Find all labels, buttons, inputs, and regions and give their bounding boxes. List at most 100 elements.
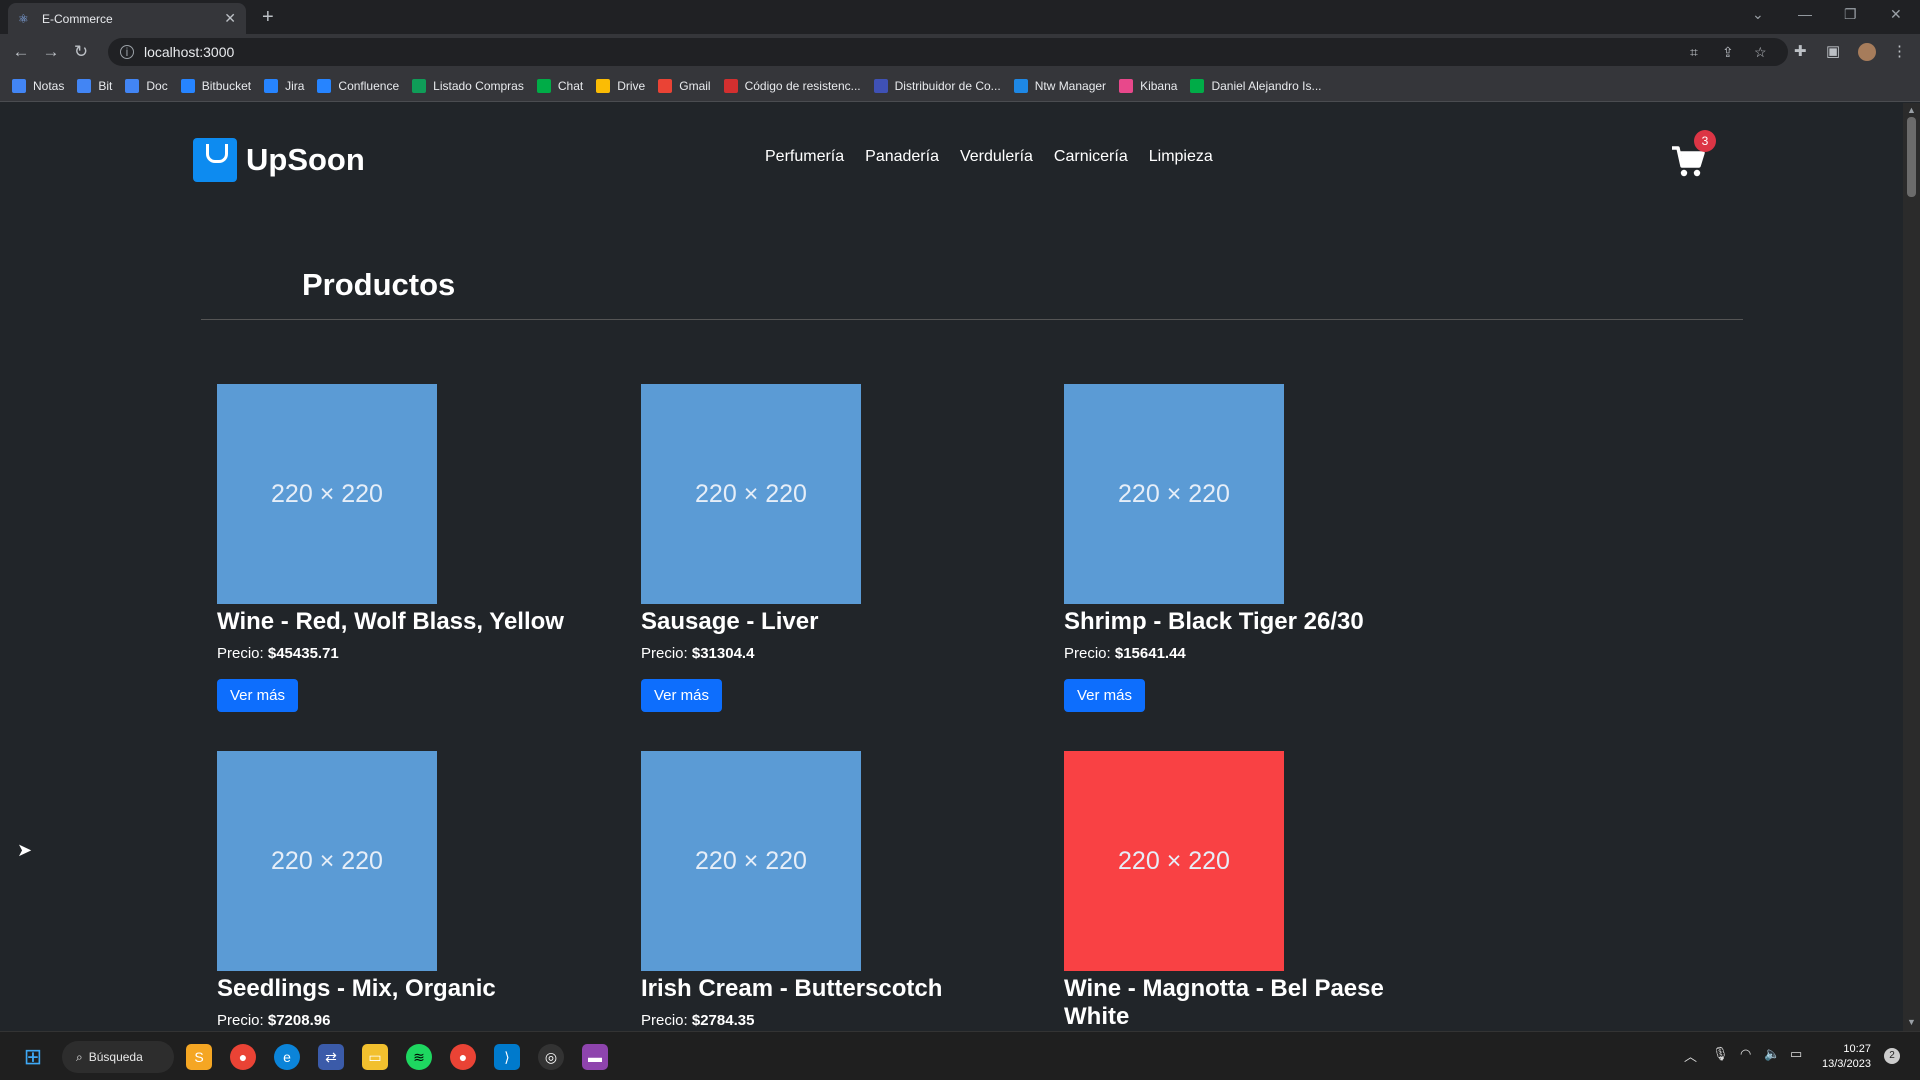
bookmark-item[interactable]: Listado Compras bbox=[412, 78, 524, 93]
price-value: $15641.44 bbox=[1114, 645, 1186, 662]
bookmark-item[interactable]: Daniel Alejandro Is... bbox=[1190, 78, 1322, 93]
bookmark-item[interactable]: Ntw Manager bbox=[1013, 78, 1107, 93]
browser-tab[interactable]: ⚛ E-Commerce ✕ bbox=[8, 3, 246, 34]
bookmark-label: Doc bbox=[146, 78, 168, 93]
new-tab-button[interactable]: + bbox=[262, 6, 274, 29]
nav-item-limpieza[interactable]: Limpieza bbox=[1149, 148, 1213, 166]
obs-icon[interactable]: ◎ bbox=[538, 1044, 564, 1070]
product-price: Precio: $45435.71 bbox=[217, 645, 617, 662]
close-window-button[interactable]: ✕ bbox=[1890, 6, 1902, 23]
bookmark-item[interactable]: Chat bbox=[536, 78, 583, 93]
file-explorer-icon[interactable]: ▭ bbox=[362, 1044, 388, 1070]
chrome-icon[interactable]: ● bbox=[230, 1044, 256, 1070]
tray-overflow-icon[interactable]: ︿ bbox=[1684, 1046, 1697, 1065]
taskbar-search[interactable]: ⌕ Búsqueda bbox=[62, 1041, 174, 1073]
nav-item-verduleria[interactable]: Verdulería bbox=[960, 148, 1033, 166]
side-panel-icon[interactable]: ▣ bbox=[1826, 42, 1840, 60]
network-app-icon[interactable]: ⇄ bbox=[318, 1044, 344, 1070]
volume-icon[interactable]: 🔈 bbox=[1764, 1046, 1780, 1062]
profile-avatar[interactable] bbox=[1858, 43, 1876, 61]
bookmark-label: Listado Compras bbox=[433, 78, 524, 93]
ver-mas-button[interactable]: Ver más bbox=[641, 679, 723, 712]
brand-name: UpSoon bbox=[246, 142, 365, 177]
bookmark-label: Código de resistenc... bbox=[744, 78, 861, 93]
bookmark-label: Bit bbox=[98, 78, 113, 93]
product-card: 220 × 220 Sausage - Liver Precio: $31304.4… bbox=[641, 384, 1041, 712]
scroll-down-icon[interactable]: ▼ bbox=[1907, 1017, 1916, 1027]
site-info-icon[interactable]: i bbox=[120, 45, 134, 59]
search-label: Búsqueda bbox=[88, 1050, 143, 1064]
bookmark-star-icon[interactable]: ☆ bbox=[1754, 38, 1767, 66]
bookmark-item[interactable]: Gmail bbox=[658, 78, 711, 93]
bookmark-item[interactable]: Código de resistenc... bbox=[723, 78, 861, 93]
bookmark-item[interactable]: Drive bbox=[596, 78, 645, 93]
product-image-placeholder: 220 × 220 bbox=[217, 751, 437, 971]
microphone-icon[interactable]: 🎙 bbox=[1712, 1046, 1729, 1062]
nav-item-carniceria[interactable]: Carnicería bbox=[1054, 148, 1128, 166]
product-name: Irish Cream - Butterscotch bbox=[641, 975, 943, 1002]
bookmark-item[interactable]: Confluence bbox=[317, 78, 399, 93]
product-image-placeholder: 220 × 220 bbox=[641, 751, 861, 971]
wifi-icon[interactable]: ◠ bbox=[1740, 1046, 1751, 1062]
bookmark-favicon-icon bbox=[873, 78, 888, 93]
restore-button[interactable]: ❐ bbox=[1844, 6, 1857, 23]
spotify-icon[interactable]: ≋ bbox=[406, 1044, 432, 1070]
bookmark-favicon-icon bbox=[596, 78, 611, 93]
bookmark-label: Gmail bbox=[679, 78, 711, 93]
battery-icon[interactable]: ▭ bbox=[1790, 1046, 1802, 1062]
chrome-profile-icon[interactable]: ● bbox=[450, 1044, 476, 1070]
tab-search-icon[interactable]: ⌄ bbox=[1752, 6, 1764, 23]
bookmark-item[interactable]: Distribuidor de Co... bbox=[873, 78, 1001, 93]
bookmark-favicon-icon bbox=[536, 78, 551, 93]
bookmark-item[interactable]: Doc bbox=[125, 78, 168, 93]
product-price: Precio: $2784.35 bbox=[641, 1012, 1041, 1029]
share-icon[interactable]: ⇪ bbox=[1722, 38, 1734, 66]
close-tab-icon[interactable]: ✕ bbox=[224, 10, 236, 27]
menu-icon[interactable]: ⋮ bbox=[1892, 42, 1907, 60]
ver-mas-button[interactable]: Ver más bbox=[1064, 679, 1146, 712]
bookmark-favicon-icon bbox=[1013, 78, 1028, 93]
scrollbar-thumb[interactable] bbox=[1907, 117, 1916, 197]
price-value: $7208.96 bbox=[267, 1012, 331, 1029]
forward-icon[interactable]: → bbox=[36, 42, 66, 62]
bookmark-label: Ntw Manager bbox=[1034, 78, 1107, 93]
sublime-text-icon[interactable]: S bbox=[186, 1044, 212, 1070]
windows-start-icon[interactable]: ⊞ bbox=[20, 1044, 46, 1070]
ver-mas-button[interactable]: Ver más bbox=[217, 679, 299, 712]
edge-icon[interactable]: e bbox=[274, 1044, 300, 1070]
translate-icon[interactable]: ⌗ bbox=[1690, 38, 1698, 66]
nav-item-panaderia[interactable]: Panadería bbox=[865, 148, 939, 166]
scroll-up-icon[interactable]: ▲ bbox=[1907, 105, 1916, 115]
bookmark-item[interactable]: Bit bbox=[77, 78, 113, 93]
back-icon[interactable]: ← bbox=[6, 42, 36, 62]
upsoon-logo-icon bbox=[193, 138, 237, 182]
price-label: Precio: bbox=[1064, 645, 1111, 662]
bookmark-item[interactable]: Bitbucket bbox=[180, 78, 252, 93]
brand[interactable]: UpSoon bbox=[193, 138, 365, 182]
product-name: Shrimp - Black Tiger 26/30 bbox=[1064, 608, 1364, 635]
product-card: 220 × 220 Irish Cream - Butterscotch Preci… bbox=[641, 751, 1041, 1031]
page-scrollbar[interactable]: ▲ ▼ bbox=[1903, 103, 1920, 1031]
nav-item-perfumeria[interactable]: Perfumería bbox=[765, 148, 844, 166]
bookmark-item[interactable]: Notas bbox=[12, 78, 64, 93]
vscode-icon[interactable]: ⟩ bbox=[494, 1044, 520, 1070]
bookmark-favicon-icon bbox=[723, 78, 738, 93]
price-label: Precio: bbox=[641, 645, 688, 662]
react-icon: ⚛ bbox=[18, 11, 29, 26]
bookmark-item[interactable]: Kibana bbox=[1119, 78, 1177, 93]
product-card: 220 × 220 Seedlings - Mix, Organic Precio:… bbox=[217, 751, 617, 1031]
notification-count[interactable]: 2 bbox=[1884, 1048, 1900, 1064]
url-text: localhost:3000 bbox=[144, 44, 235, 60]
product-price: Precio: $31304.4 bbox=[641, 645, 1041, 662]
bookmarks-bar: Notas Bit Doc Bitbucket Jira Confluence Listad… bbox=[0, 70, 1920, 102]
extensions-icon[interactable]: ✚ bbox=[1794, 42, 1807, 60]
minimize-button[interactable]: — bbox=[1798, 6, 1812, 22]
price-value: $2784.35 bbox=[691, 1012, 755, 1029]
taskbar-clock[interactable]: 10:27 13/3/2023 bbox=[1822, 1042, 1871, 1072]
bookmark-label: Bitbucket bbox=[201, 78, 252, 93]
product-name: Wine - Magnotta - Bel Paese White bbox=[1064, 975, 1384, 1030]
video-editor-icon[interactable]: ▬ bbox=[582, 1044, 608, 1070]
bookmark-item[interactable]: Jira bbox=[264, 78, 304, 93]
address-bar[interactable]: i localhost:3000 ⌗ ⇪ ☆ bbox=[108, 38, 1788, 66]
reload-icon[interactable]: ↻ bbox=[66, 42, 96, 62]
